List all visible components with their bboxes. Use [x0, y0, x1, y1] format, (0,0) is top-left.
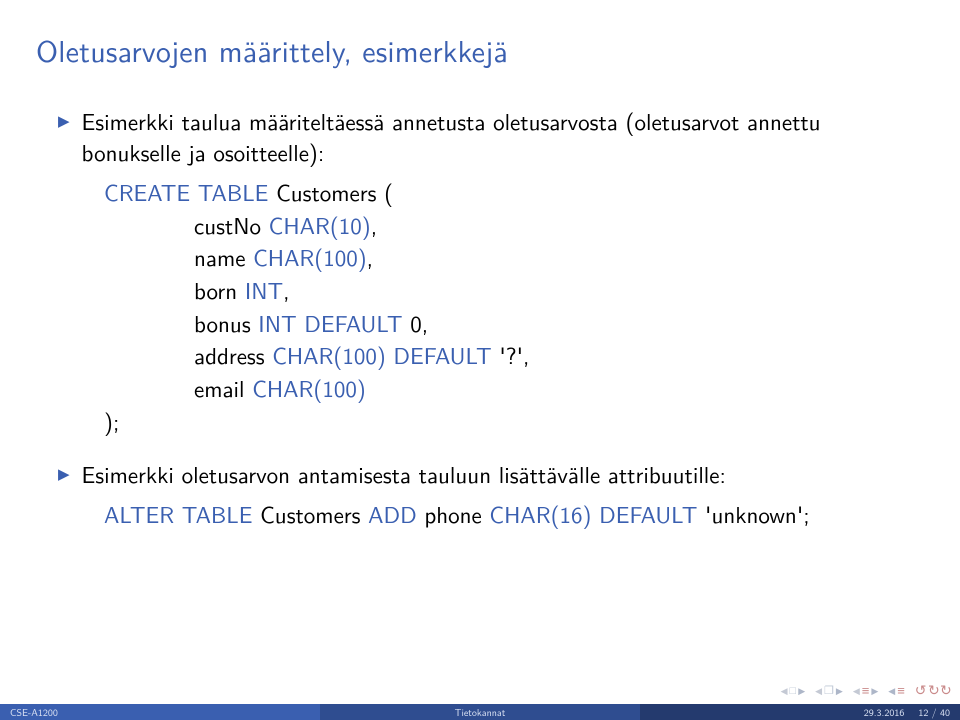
keyword: CREATE TABLE — [104, 175, 268, 209]
code-text: 0, — [403, 306, 429, 340]
code-text: Customers — [252, 497, 368, 531]
bullet-item-1: ▶ Esimerkki taulua määriteltäessä annetu… — [58, 106, 924, 168]
code-text: , — [371, 208, 377, 242]
keyword: ALTER TABLE — [104, 497, 252, 531]
code-text: name — [194, 240, 253, 274]
code-text: , — [367, 240, 373, 274]
slide-title: Oletusarvojen määrittely, esimerkkejä — [36, 28, 924, 72]
keyword: CHAR(100) — [253, 240, 367, 274]
code-block-create: CREATE TABLE Customers ( custNo CHAR(10)… — [104, 176, 924, 437]
bullet-triangle-icon: ▶ — [58, 459, 70, 487]
nav-back-arc-icon: ↺ — [915, 680, 927, 700]
keyword: INT — [245, 273, 283, 307]
code-line-alter: ALTER TABLE Customers ADD phone CHAR(16)… — [104, 498, 924, 531]
code-text: '?', — [492, 338, 530, 372]
code-line: email CHAR(100) — [104, 372, 924, 405]
footer: CSE-A1200 Tietokannat 29.3.2016 12 / 40 — [0, 704, 960, 720]
nav-prev-icon: ◀ — [853, 684, 860, 697]
bullet-text-2: Esimerkki oletusarvon antamisesta tauluu… — [82, 459, 726, 490]
code-text: Customers ( — [268, 175, 393, 209]
nav-fourth-group[interactable]: ◀ ≡ — [888, 681, 905, 700]
code-line: address CHAR(100) DEFAULT '?', — [104, 339, 924, 372]
nav-equiv-icon: ≡ — [862, 681, 870, 700]
nav-third-group[interactable]: ◀ ≡ ▶ — [853, 681, 878, 700]
keyword: ADD — [368, 497, 417, 531]
code-text: , — [283, 273, 289, 307]
nav-frame-icon: □ — [790, 682, 797, 698]
code-text: 'unknown'; — [697, 497, 809, 531]
nav-circ-group[interactable]: ↺ ↺ ↺ — [915, 680, 952, 700]
footer-page: 12 / 40 — [918, 705, 950, 720]
code-line: custNo CHAR(10), — [104, 209, 924, 242]
code-line: ); — [104, 405, 924, 438]
nav-prev-icon: ◀ — [781, 684, 788, 697]
code-text: born — [194, 273, 245, 307]
nav-section-icon: ❐ — [824, 682, 834, 698]
code-text: address — [194, 338, 272, 372]
code-text: ); — [104, 404, 119, 438]
code-line: CREATE TABLE Customers ( — [104, 176, 924, 209]
nav-prev-icon: ◀ — [888, 684, 895, 697]
nav-fwd-arc-icon: ↺ — [928, 680, 940, 700]
content-area: ▶ Esimerkki taulua määriteltäessä annetu… — [36, 106, 924, 531]
bullet-text-1: Esimerkki taulua määriteltäessä annetust… — [82, 106, 924, 168]
footer-right: 29.3.2016 12 / 40 — [640, 704, 960, 720]
nav-next-icon: ▶ — [798, 684, 805, 697]
code-text: email — [194, 371, 252, 405]
keyword: INT DEFAULT — [258, 306, 402, 340]
nav-next-icon: ▶ — [836, 684, 843, 697]
keyword: CHAR(100) — [252, 371, 366, 405]
footer-date: 29.3.2016 — [864, 705, 905, 720]
footer-course: CSE-A1200 — [0, 704, 320, 720]
nav-second-group[interactable]: ◀ ❐ ▶ — [815, 682, 843, 698]
nav-fwd-arc-icon: ↺ — [940, 680, 952, 700]
nav-next-icon: ▶ — [871, 684, 878, 697]
nav-equiv-icon: ≡ — [897, 681, 905, 700]
bullet-item-2: ▶ Esimerkki oletusarvon antamisesta taul… — [58, 459, 924, 490]
code-text: bonus — [194, 306, 258, 340]
keyword: CHAR(16) DEFAULT — [489, 497, 697, 531]
slide: Oletusarvojen määrittely, esimerkkejä ▶ … — [0, 0, 960, 720]
keyword: CHAR(100) DEFAULT — [272, 338, 492, 372]
nav-prev-icon: ◀ — [815, 684, 822, 697]
footer-title: Tietokannat — [320, 704, 640, 720]
nav-first-group[interactable]: ◀ □ ▶ — [781, 682, 806, 698]
code-text: phone — [417, 497, 490, 531]
code-text: custNo — [194, 208, 269, 242]
code-line: born INT, — [104, 274, 924, 307]
bullet-triangle-icon: ▶ — [58, 106, 70, 134]
nav-toolbar: ◀ □ ▶ ◀ ❐ ▶ ◀ ≡ ▶ ◀ ≡ ↺ ↺ ↺ — [781, 676, 952, 704]
keyword: CHAR(10) — [269, 208, 371, 242]
code-line: bonus INT DEFAULT 0, — [104, 307, 924, 340]
code-line: name CHAR(100), — [104, 241, 924, 274]
